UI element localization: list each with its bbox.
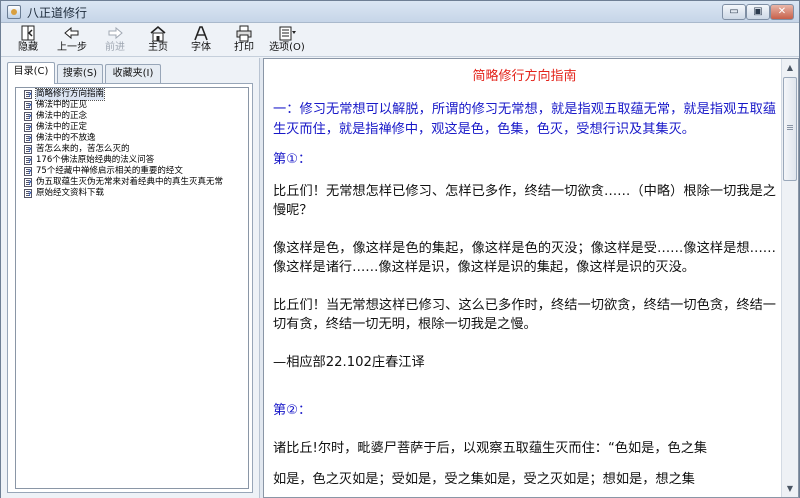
help-page-icon xyxy=(24,90,32,101)
close-button[interactable]: ✕ xyxy=(770,4,794,20)
help-page-icon xyxy=(24,112,32,123)
tree-item-75-sutras[interactable]: 75个经藏中禅修启示相关的重要的经文 xyxy=(24,166,248,178)
help-page-icon xyxy=(24,178,32,189)
help-page-icon xyxy=(24,156,32,167)
tree-item-label: 苦怎么来的，苦怎么灭的 xyxy=(36,144,130,154)
source-citation: —相应部22.102庄春江译 xyxy=(273,354,425,370)
help-page-icon xyxy=(24,167,32,178)
tree-item-label: 75个经藏中禅修启示相关的重要的经文 xyxy=(36,166,183,176)
print-button[interactable]: 打印 xyxy=(227,25,261,56)
window-title: 八正道修行 xyxy=(27,6,88,20)
home-label: 主页 xyxy=(148,42,168,53)
hide-pane-icon xyxy=(11,25,45,42)
document-title: 简略修行方向指南 xyxy=(472,69,577,84)
app-window: 八正道修行 ▭ ▣ ✕ 隐藏 上一步 前进 主页 字体 打印 选项(O) 目录(… xyxy=(0,0,800,498)
tree-item-label: 佛法中的正见 xyxy=(36,100,88,110)
section-heading-2: 第②： xyxy=(273,403,312,418)
tree-item-download[interactable]: 原始经文资料下载 xyxy=(24,188,248,200)
tree-item-label: 佛法中的正定 xyxy=(36,122,88,132)
home-button[interactable]: 主页 xyxy=(141,25,175,56)
tree-item-label: 伪五取蕴生灭伪无常来对着经典中的真生灭真无常 xyxy=(36,177,224,187)
minimize-button[interactable]: ▭ xyxy=(722,4,746,20)
printer-icon xyxy=(227,25,261,42)
title-bar[interactable]: 八正道修行 ▭ ▣ ✕ xyxy=(1,1,799,23)
options-button[interactable]: 选项(O) xyxy=(265,25,309,56)
options-icon xyxy=(265,25,309,42)
back-button[interactable]: 上一步 xyxy=(53,25,91,56)
navigation-pane: 目录(C) 搜索(S) 收藏夹(I) 简略修行方向指南 佛法中的正见 佛法中的正… xyxy=(1,58,259,498)
help-page-icon xyxy=(24,123,32,134)
paragraph-5: 如是，色之灭如是；受如是，受之集如是，受之灭如是；想如是，想之集 xyxy=(273,472,695,487)
tree-item-label: 简略修行方向指南 xyxy=(34,88,106,101)
tab-favorites[interactable]: 收藏夹(I) xyxy=(105,64,161,84)
tree-item-176-qa[interactable]: 176个佛法原始经典的法义问答 xyxy=(24,155,248,167)
tree-item-impermanence[interactable]: 伪五取蕴生灭伪无常来对着经典中的真生灭真无常 xyxy=(24,177,248,189)
paragraph-3: 比丘们！当无常想这样已修习、这么已多作时，终结一切欲贪，终结一切色贪，终结一切有… xyxy=(273,297,776,333)
toolbar: 隐藏 上一步 前进 主页 字体 打印 选项(O) xyxy=(1,24,799,57)
tree-item-label: 佛法中的正念 xyxy=(36,111,88,121)
document-body: 简略修行方向指南 一：修习无常想可以解脱，所谓的修习无常想，就是指观五取蕴无常，… xyxy=(273,59,776,490)
tree-item-right-view[interactable]: 佛法中的正见 xyxy=(24,100,248,112)
font-label: 字体 xyxy=(191,42,211,53)
help-page-icon xyxy=(24,134,32,145)
paragraph-4: 诸比丘!尔时，毗婆尸菩萨于后，以观察五取蕴生灭而住：“色如是，色之集 xyxy=(273,440,708,456)
tree-item-right-mindfulness[interactable]: 佛法中的正念 xyxy=(24,111,248,123)
help-page-icon xyxy=(24,145,32,156)
maximize-button[interactable]: ▣ xyxy=(746,4,770,20)
forward-arrow-icon xyxy=(98,25,132,42)
tree-item-guide[interactable]: 简略修行方向指南 xyxy=(24,88,248,101)
scroll-up-arrow-icon[interactable]: ▲ xyxy=(782,59,798,76)
back-arrow-icon xyxy=(53,25,91,42)
tab-search[interactable]: 搜索(S) xyxy=(57,64,103,84)
vertical-scrollbar[interactable]: ▲ ▼ xyxy=(781,59,798,497)
forward-button[interactable]: 前进 xyxy=(98,25,132,56)
tab-contents[interactable]: 目录(C) xyxy=(7,62,55,84)
tree-item-right-concentration[interactable]: 佛法中的正定 xyxy=(24,122,248,134)
section-heading-1: 第①： xyxy=(273,152,312,167)
scroll-down-arrow-icon[interactable]: ▼ xyxy=(782,480,798,497)
tree-item-label: 原始经文资料下载 xyxy=(36,188,105,198)
content-pane: 简略修行方向指南 一：修习无常想可以解脱，所谓的修习无常想，就是指观五取蕴无常，… xyxy=(263,58,799,498)
tree-item-label: 佛法中的不放逸 xyxy=(36,133,96,143)
forward-label: 前进 xyxy=(105,42,125,53)
font-button[interactable]: 字体 xyxy=(184,25,218,56)
app-icon xyxy=(7,5,21,19)
print-label: 打印 xyxy=(234,42,254,53)
hide-label: 隐藏 xyxy=(18,42,38,53)
scroll-thumb[interactable] xyxy=(783,77,797,181)
tree-item-suffering[interactable]: 苦怎么来的，苦怎么灭的 xyxy=(24,144,248,156)
contents-panel: 简略修行方向指南 佛法中的正见 佛法中的正念 佛法中的正定 佛法中的不放逸 xyxy=(7,83,253,493)
options-label: 选项(O) xyxy=(269,42,305,53)
hide-button[interactable]: 隐藏 xyxy=(11,25,45,56)
font-icon xyxy=(184,25,218,42)
intro-paragraph: 一：修习无常想可以解脱，所谓的修习无常想，就是指观五取蕴无常，就是指观五取蕴生灭… xyxy=(273,102,776,137)
paragraph-1: 比丘们！无常想怎样已修习、怎样已多作，终结一切欲贪……（中略）根除一切我是之慢呢… xyxy=(273,183,776,219)
tree-item-diligence[interactable]: 佛法中的不放逸 xyxy=(24,133,248,145)
tree-item-label: 176个佛法原始经典的法义问答 xyxy=(36,155,155,165)
home-icon xyxy=(141,25,175,42)
help-page-icon xyxy=(24,101,32,112)
back-label: 上一步 xyxy=(57,42,87,53)
help-page-icon xyxy=(24,189,32,200)
contents-tree[interactable]: 简略修行方向指南 佛法中的正见 佛法中的正念 佛法中的正定 佛法中的不放逸 xyxy=(15,87,249,489)
paragraph-2: 像这样是色，像这样是色的集起，像这样是色的灭没；像这样是受……像这样是想……像这… xyxy=(273,240,776,276)
